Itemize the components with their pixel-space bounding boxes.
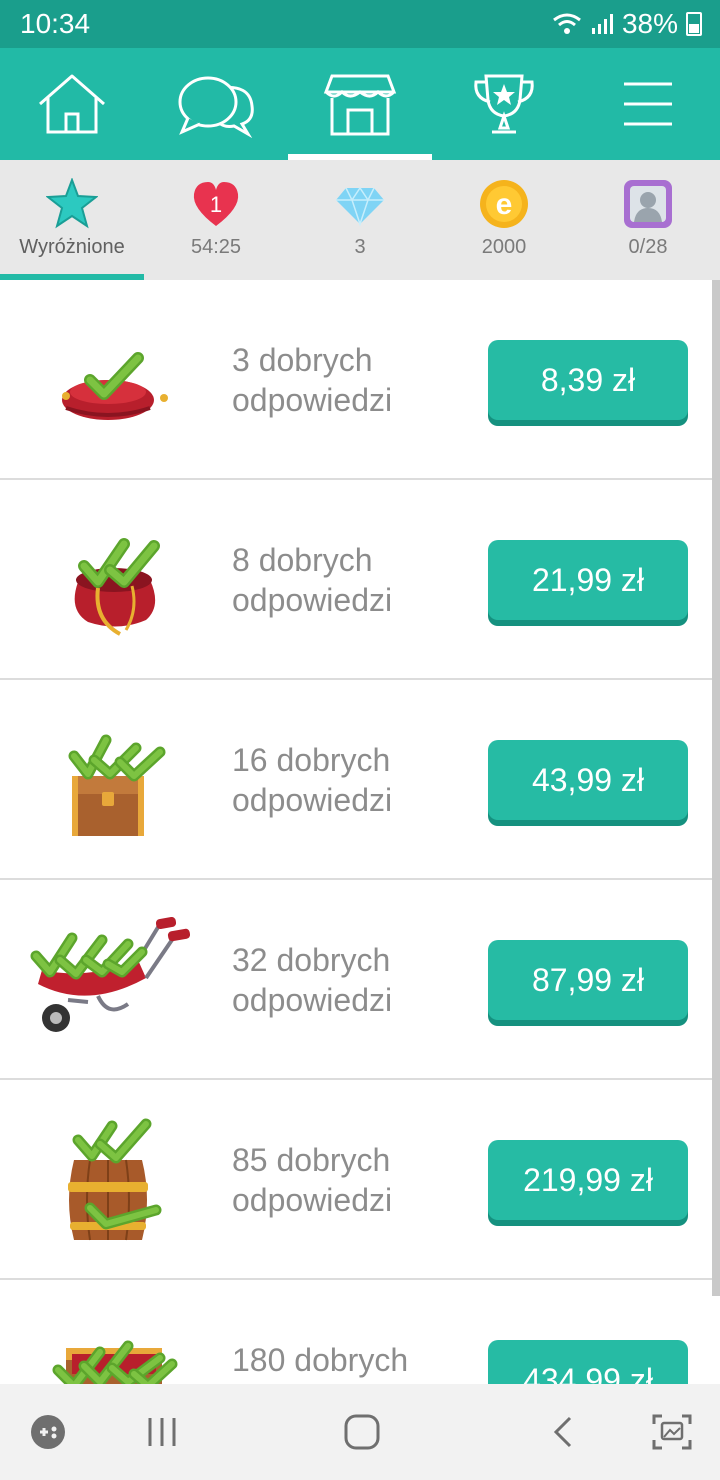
avatars-counter[interactable]: 0/28 (576, 160, 720, 280)
status-time: 10:34 (20, 8, 91, 39)
battery-icon (686, 12, 702, 36)
menu-icon (624, 82, 672, 126)
list-item: 3 dobrych odpowiedzi 8,39 zł (0, 280, 712, 480)
screenshot-button[interactable] (624, 1384, 720, 1480)
buy-button[interactable]: 21,99 zł (488, 540, 688, 620)
pillow-check-icon (62, 352, 168, 420)
bag-checks-icon (74, 538, 160, 636)
buy-button[interactable]: 8,39 zł (488, 340, 688, 420)
recent-apps-button[interactable] (114, 1384, 210, 1480)
nav-menu[interactable] (576, 48, 720, 160)
nav-shop[interactable] (288, 48, 432, 160)
nav-chat[interactable] (144, 48, 288, 160)
offer-description: 32 dobrych odpowiedzi (232, 940, 472, 1020)
offer-unit: odpowiedzi (232, 582, 393, 618)
offer-description: 16 dobrych odpowiedzi (232, 740, 472, 820)
offer-amount: 3 dobrych (232, 342, 373, 378)
signal-icon (591, 14, 613, 34)
treasure-checks-icon (52, 1340, 178, 1384)
tab-featured-label: Wyróżnione (19, 236, 125, 258)
offer-unit: odpowiedzi (232, 382, 393, 418)
list-item: 8 dobrych odpowiedzi 21,99 zł (0, 480, 712, 680)
resource-bar: Wyróżnione 1 54:25 3 e 2000 0/28 (0, 160, 720, 280)
trophy-icon (474, 74, 534, 134)
offer-amount: 16 dobrych (232, 742, 391, 778)
back-icon (553, 1416, 572, 1448)
list-item: 85 dobrych odpowiedzi 219,99 zł (0, 1080, 712, 1280)
list-item: 16 dobrych odpowiedzi 43,99 zł (0, 680, 712, 880)
wheelbarrow-checks-icon (30, 916, 191, 1032)
buy-button[interactable]: 43,99 zł (488, 740, 688, 820)
back-button[interactable] (516, 1384, 612, 1480)
list-item: 32 dobrych odpowiedzi 87,99 zł (0, 880, 712, 1080)
recent-apps-icon (148, 1418, 176, 1446)
offer-unit: odpowiedzi (232, 782, 393, 818)
home-circle-icon (344, 1414, 380, 1450)
offer-amount: 8 dobrych (232, 542, 373, 578)
status-bar: 10:34 38% (0, 0, 720, 48)
diamonds-count: 3 (354, 236, 366, 258)
nav-home[interactable] (0, 48, 144, 160)
nav-trophy[interactable] (432, 48, 576, 160)
heart-icon: 1 (193, 182, 239, 226)
offers-list[interactable]: 3 dobrych odpowiedzi 8,39 zł 8 dobrych o… (0, 280, 712, 1384)
buy-button[interactable]: 434,99 zł (488, 1340, 688, 1384)
offer-unit: odpowiedzi (232, 982, 393, 1018)
home-icon (39, 74, 105, 134)
barrel-checks-icon (68, 1118, 162, 1241)
screenshot-icon (652, 1414, 692, 1450)
heart-badge: 1 (210, 192, 222, 217)
lives-counter[interactable]: 1 54:25 (144, 160, 288, 280)
game-launcher-button[interactable] (0, 1384, 96, 1480)
buy-button[interactable]: 219,99 zł (488, 1140, 688, 1220)
offer-description: 8 dobrych odpowiedzi (232, 540, 472, 620)
offer-amount: 32 dobrych (232, 942, 391, 978)
offer-description: 180 dobrych odpowiedzi (232, 1340, 472, 1384)
coin-letter: e (496, 188, 513, 221)
star-icon (46, 178, 98, 229)
avatars-count: 0/28 (628, 236, 668, 258)
lives-timer: 54:25 (190, 236, 242, 258)
game-launcher-icon (31, 1415, 65, 1449)
offer-description: 3 dobrych odpowiedzi (232, 340, 472, 420)
scrollbar[interactable] (712, 280, 720, 1296)
coins-counter[interactable]: e 2000 (432, 160, 576, 280)
shop-icon (323, 74, 397, 136)
home-button[interactable] (314, 1384, 410, 1480)
tab-featured[interactable]: Wyróżnione (0, 160, 144, 280)
offer-amount: 85 dobrych (232, 1142, 391, 1178)
offer-amount: 180 dobrych (232, 1342, 409, 1378)
coins-count: 2000 (481, 236, 527, 258)
diamonds-counter[interactable]: 3 (288, 160, 432, 280)
offer-unit: odpowiedzi (232, 1182, 393, 1218)
status-icons: 38% (552, 8, 702, 40)
wifi-icon (553, 13, 581, 34)
buy-button[interactable]: 87,99 zł (488, 940, 688, 1020)
coin-icon: e (480, 180, 528, 228)
system-nav-bar (0, 1384, 720, 1480)
avatar-frame-icon (624, 180, 672, 228)
chat-icon (178, 76, 254, 138)
top-nav (0, 48, 720, 160)
offer-description: 85 dobrych odpowiedzi (232, 1140, 472, 1220)
battery-percent: 38% (621, 8, 678, 39)
list-item: 180 dobrych odpowiedzi 434,99 zł (0, 1280, 712, 1384)
diamond-icon (336, 186, 384, 227)
chest-checks-icon (68, 734, 166, 836)
